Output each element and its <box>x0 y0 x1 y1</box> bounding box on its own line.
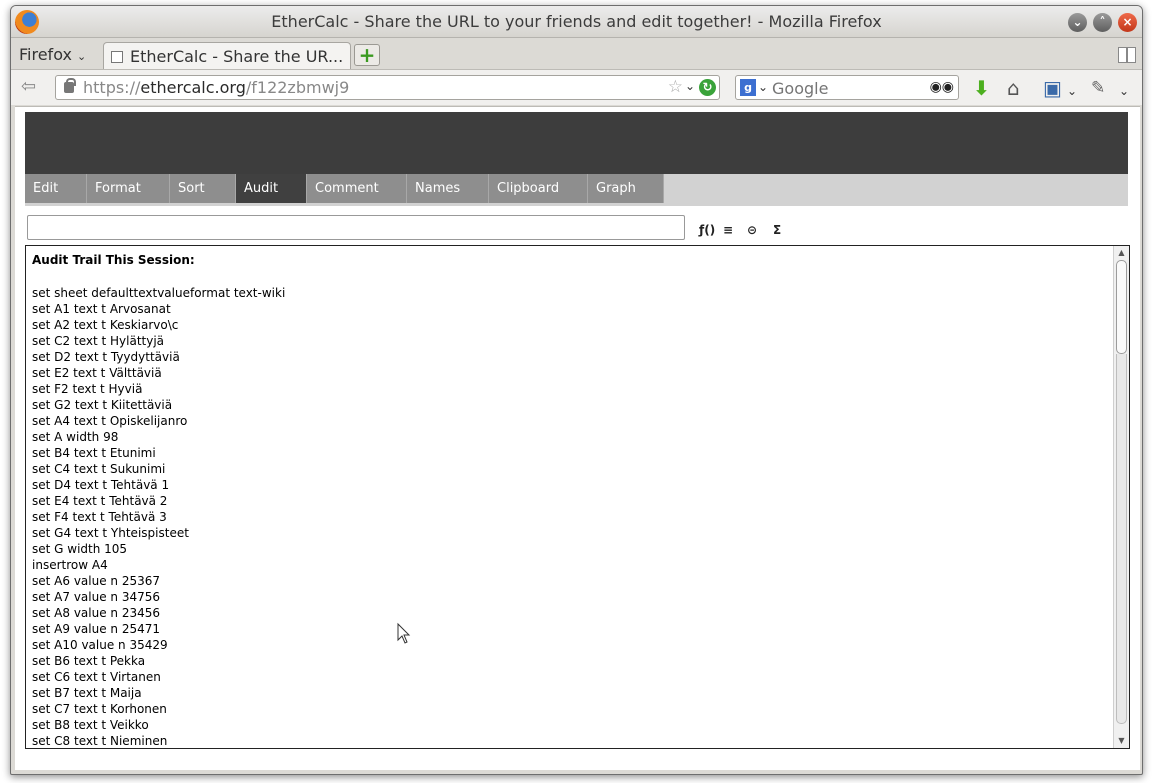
audit-line-list: set sheet defaulttextvalueformat text-wi… <box>32 285 286 748</box>
search-bar[interactable]: g ⌄ ◉◉ <box>735 75 959 100</box>
url-domain: ethercalc.org <box>140 78 246 97</box>
audit-line: set sheet defaulttextvalueformat text-wi… <box>32 286 286 300</box>
ethercalc-menu-bar: Edit Format Sort Audit Comment Names Cli… <box>25 174 1128 206</box>
url-prefix: https:// <box>83 78 141 97</box>
audit-line: set C6 text t Virtanen <box>32 670 161 684</box>
tab-format-label: Format <box>95 181 141 196</box>
maximize-button[interactable]: ˄ <box>1093 13 1112 32</box>
bookmark-star-icon[interactable]: ☆ <box>668 77 683 97</box>
close-button[interactable]: × <box>1118 13 1137 32</box>
vertical-scrollbar[interactable]: ▲ ▼ <box>1113 246 1129 748</box>
scrollbar-thumb[interactable] <box>1116 260 1127 354</box>
url-bar[interactable]: https://ethercalc.org/f122zbmwj9 ☆ ⌄ ↻ <box>55 75 720 100</box>
tab-names[interactable]: Names <box>407 174 489 203</box>
audit-line: set A1 text t Arvosanat <box>32 302 171 316</box>
new-tab-button[interactable]: + <box>354 44 380 66</box>
scroll-up-icon[interactable]: ▲ <box>1116 248 1127 258</box>
audit-line: set A8 value n 23456 <box>32 606 160 620</box>
scrollbar-track[interactable] <box>1116 354 1127 724</box>
download-arrow-icon[interactable]: ⬇ <box>973 78 990 98</box>
tab-sort-label: Sort <box>178 181 205 196</box>
audit-line: set A9 value n 25471 <box>32 622 160 636</box>
google-engine-icon[interactable]: g <box>740 79 756 96</box>
audit-trail-panel: Audit Trail This Session: set sheet defa… <box>25 245 1130 749</box>
browser-tab-ethercalc[interactable]: EtherCalc - Share the UR... <box>103 42 351 70</box>
audit-title: Audit Trail This Session: <box>32 253 195 267</box>
tab-comment-label: Comment <box>315 181 379 196</box>
tab-audit-label: Audit <box>244 181 279 196</box>
tab-graph-label: Graph <box>596 181 636 196</box>
audit-line: set C8 text t Nieminen <box>32 734 168 748</box>
audit-line: set B8 text t Veikko <box>32 718 149 732</box>
audit-line: set E4 text t Tehtävä 2 <box>32 494 168 508</box>
audit-line: set A width 98 <box>32 430 119 444</box>
url-text[interactable]: https://ethercalc.org/f122zbmwj9 <box>83 78 349 97</box>
firefox-menu-label: Firefox <box>19 45 72 64</box>
search-input[interactable] <box>772 78 932 98</box>
audit-line: set C2 text t Hylättyjä <box>32 334 165 348</box>
audit-line: set D4 text t Tehtävä 1 <box>32 478 170 492</box>
back-button[interactable]: ⇦ <box>21 78 43 98</box>
audit-line: set A2 text t Keskiarvo\c <box>32 318 179 332</box>
bookmarks-dropdown-icon[interactable]: ⌄ <box>1067 81 1077 101</box>
bookmarks-icon[interactable]: ▣ <box>1043 78 1062 98</box>
reload-icon[interactable]: ↻ <box>699 79 716 96</box>
align-icon[interactable]: ≡ <box>723 223 733 237</box>
audit-line: set G4 text t Yhteispisteet <box>32 526 189 540</box>
tab-edit-label: Edit <box>33 181 59 196</box>
tab-groups-icon[interactable] <box>1118 47 1136 63</box>
audit-line: set A7 value n 34756 <box>32 590 160 604</box>
page-favicon-icon <box>111 51 123 63</box>
overflow-menu-icon[interactable]: ⌄ <box>1119 81 1129 101</box>
ethercalc-banner <box>25 112 1128 174</box>
audit-line: set G width 105 <box>32 542 128 556</box>
tab-clipboard-label: Clipboard <box>497 181 560 196</box>
scroll-down-icon[interactable]: ▼ <box>1116 736 1127 746</box>
tab-names-label: Names <box>415 181 461 196</box>
audit-line: set B6 text t Pekka <box>32 654 146 668</box>
audit-line: set D2 text t Tyydyttäviä <box>32 350 180 364</box>
binocular-search-icon[interactable]: ◉◉ <box>930 79 954 95</box>
window-title: EtherCalc - Share the URL to your friend… <box>271 12 882 31</box>
tools-icon[interactable]: ✎ <box>1091 78 1105 98</box>
browser-window: EtherCalc - Share the URL to your friend… <box>10 5 1143 775</box>
link-icon[interactable]: ⊝ <box>747 223 757 237</box>
audit-line: set F4 text t Tehtävä 3 <box>32 510 167 524</box>
tab-audit[interactable]: Audit <box>236 174 307 203</box>
tab-title: EtherCalc - Share the UR... <box>130 47 344 66</box>
page-content: Edit Format Sort Audit Comment Names Cli… <box>15 106 1140 770</box>
audit-line: set C4 text t Sukunimi <box>32 462 166 476</box>
tab-sort[interactable]: Sort <box>170 174 236 203</box>
home-icon[interactable]: ⌂ <box>1007 78 1020 98</box>
tab-format[interactable]: Format <box>87 174 170 203</box>
navigation-toolbar: ⇦ https://ethercalc.org/f122zbmwj9 ☆ ⌄ ↻… <box>11 69 1142 105</box>
tab-clipboard[interactable]: Clipboard <box>489 174 588 203</box>
firefox-menu-button[interactable]: Firefox ⌄ <box>19 45 86 64</box>
audit-line: set B4 text t Etunimi <box>32 446 156 460</box>
audit-line: set E2 text t Välttäviä <box>32 366 162 380</box>
audit-line: set B7 text t Maija <box>32 686 142 700</box>
url-path: /f122zbmwj9 <box>245 78 350 97</box>
tab-comment[interactable]: Comment <box>307 174 407 203</box>
formula-input[interactable] <box>27 215 685 240</box>
minimize-button[interactable]: ⌄ <box>1068 13 1087 32</box>
lock-icon <box>64 78 76 93</box>
sum-icon[interactable]: Σ <box>773 223 781 237</box>
audit-line: set G2 text t Kiitettäviä <box>32 398 173 412</box>
chevron-down-icon: ⌄ <box>77 50 87 63</box>
audit-line: set A10 value n 35429 <box>32 638 168 652</box>
function-icon[interactable]: ƒ() <box>699 223 715 237</box>
mouse-cursor-icon <box>397 622 411 644</box>
audit-line: set C7 text t Korhonen <box>32 702 167 716</box>
url-history-dropdown-icon[interactable]: ⌄ <box>685 79 695 93</box>
audit-line: set A4 text t Opiskelijanro <box>32 414 188 428</box>
chevron-down-icon[interactable]: ⌄ <box>758 80 768 94</box>
audit-line: insertrow A4 <box>32 558 108 572</box>
tab-graph[interactable]: Graph <box>588 174 664 203</box>
audit-line: set A6 value n 25367 <box>32 574 160 588</box>
title-bar: EtherCalc - Share the URL to your friend… <box>11 6 1142 38</box>
tab-bar: Firefox ⌄ EtherCalc - Share the UR... + <box>11 39 1142 70</box>
tab-edit[interactable]: Edit <box>25 174 87 203</box>
audit-line: set F2 text t Hyviä <box>32 382 143 396</box>
